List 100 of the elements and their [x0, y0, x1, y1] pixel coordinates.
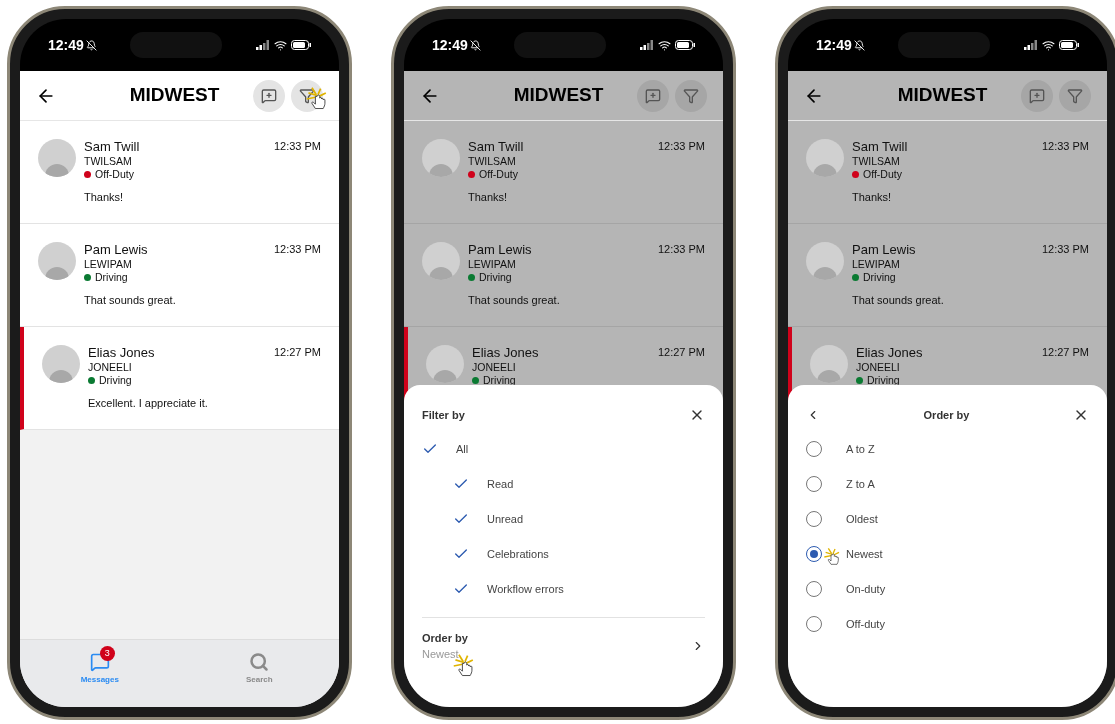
message-time: 12:27 PM — [1041, 345, 1089, 360]
message-row[interactable]: Elias Jones 12:27 PM JONEELI Driving Excellent. I appreciate it. — [20, 327, 339, 430]
order-option[interactable]: Newest — [806, 536, 1089, 572]
message-time: 12:27 PM — [273, 345, 321, 360]
user-id: JONEELI — [472, 361, 516, 374]
message-time: 12:27 PM — [657, 345, 705, 360]
status-label: Driving — [99, 374, 132, 387]
contact-name: Elias Jones — [856, 345, 923, 361]
message-preview: That sounds great. — [468, 293, 560, 308]
avatar-placeholder — [422, 242, 460, 280]
chat-bubble-icon — [89, 652, 110, 672]
avatar-placeholder — [422, 139, 460, 177]
contact-name: Elias Jones — [472, 345, 539, 361]
contact-name: Sam Twill — [852, 139, 908, 155]
status-label: Driving — [95, 271, 128, 284]
funnel-icon — [1067, 87, 1083, 104]
message-time: 12:33 PM — [1041, 242, 1089, 257]
user-id: JONEELI — [88, 361, 132, 374]
message-time: 12:33 PM — [1041, 139, 1089, 154]
message-time: 12:33 PM — [273, 139, 321, 154]
unread-badge: 3 — [99, 646, 115, 661]
wifi-icon — [658, 38, 671, 52]
contact-name: Elias Jones — [88, 345, 155, 361]
avatar-placeholder — [806, 242, 844, 280]
wifi-icon — [274, 38, 287, 52]
search-icon — [249, 652, 270, 672]
avatar-placeholder — [426, 345, 464, 383]
status-label: Driving — [479, 271, 512, 284]
message-plus-icon — [261, 87, 277, 104]
status-label: Off-Duty — [479, 168, 518, 181]
filter-button[interactable] — [675, 79, 707, 112]
order-by-row[interactable]: Order by Newest — [422, 616, 705, 663]
messages-tab[interactable]: 3 Messages — [20, 640, 180, 707]
new-message-button[interactable] — [253, 79, 285, 112]
page-title: MIDWEST — [896, 83, 989, 108]
filter-option[interactable]: Unread — [422, 501, 705, 537]
sheet-title: Filter by — [422, 408, 465, 423]
new-message-button[interactable] — [1021, 79, 1053, 112]
wifi-icon — [1042, 38, 1055, 52]
message-row[interactable]: Sam Twill 12:33 PM TWILSAM Off-Duty Thanks! — [788, 121, 1107, 224]
contact-name: Pam Lewis — [852, 242, 916, 258]
user-id: JONEELI — [856, 361, 900, 374]
signal-icon — [640, 40, 654, 50]
page-title: MIDWEST — [128, 83, 221, 108]
bell-off-icon — [469, 39, 481, 51]
avatar-placeholder — [38, 139, 76, 177]
filter-option[interactable]: Read — [422, 466, 705, 502]
status-label: Driving — [867, 374, 900, 387]
order-option[interactable]: Z to A — [806, 466, 1089, 502]
message-preview: That sounds great. — [852, 293, 944, 308]
message-row[interactable]: Pam Lewis 12:33 PM LEWIPAM Driving That sounds great. — [788, 224, 1107, 327]
avatar-placeholder — [806, 139, 844, 177]
bell-off-icon — [853, 39, 865, 51]
message-time: 12:33 PM — [657, 242, 705, 257]
order-option[interactable]: Off-duty — [806, 606, 1089, 642]
message-preview: Thanks! — [468, 190, 508, 205]
message-preview: Thanks! — [84, 190, 124, 205]
user-id: TWILSAM — [84, 155, 132, 168]
status-label: Driving — [483, 374, 516, 387]
contact-name: Pam Lewis — [84, 242, 148, 258]
funnel-icon — [683, 87, 699, 104]
order-option[interactable]: Oldest — [806, 501, 1089, 537]
user-id: LEWIPAM — [852, 258, 900, 271]
message-plus-icon — [1029, 87, 1045, 104]
bell-off-icon — [85, 39, 97, 51]
message-time: 12:33 PM — [273, 242, 321, 257]
page-title: MIDWEST — [512, 83, 605, 108]
battery-icon — [291, 40, 311, 50]
battery-icon — [675, 40, 695, 50]
message-row[interactable]: Pam Lewis 12:33 PM LEWIPAM Driving That sounds great. — [404, 224, 723, 327]
order-option[interactable]: A to Z — [806, 431, 1089, 467]
message-preview: Thanks! — [852, 190, 892, 205]
new-message-button[interactable] — [637, 79, 669, 112]
filter-button[interactable] — [1059, 79, 1091, 112]
user-id: TWILSAM — [468, 155, 516, 168]
contact-name: Sam Twill — [84, 139, 140, 155]
battery-icon — [1059, 40, 1079, 50]
message-row[interactable]: Sam Twill 12:33 PM TWILSAM Off-Duty Thanks! — [404, 121, 723, 224]
avatar-placeholder — [42, 345, 80, 383]
status-time: 12:49 — [48, 35, 84, 55]
user-id: LEWIPAM — [84, 258, 132, 271]
avatar-placeholder — [810, 345, 848, 383]
filter-option[interactable]: Celebrations — [422, 536, 705, 572]
filter-option[interactable]: All — [422, 431, 705, 467]
status-time: 12:49 — [816, 35, 852, 55]
avatar-placeholder — [38, 242, 76, 280]
order-option[interactable]: On-duty — [806, 571, 1089, 607]
status-label: Driving — [863, 271, 896, 284]
message-plus-icon — [645, 87, 661, 104]
message-row[interactable]: Pam Lewis 12:33 PM LEWIPAM Driving That sounds great. — [20, 224, 339, 327]
contact-name: Pam Lewis — [468, 242, 532, 258]
sheet-title: Order by — [923, 408, 970, 423]
contact-name: Sam Twill — [468, 139, 524, 155]
funnel-icon — [299, 87, 315, 104]
message-row[interactable]: Sam Twill 12:33 PM TWILSAM Off-Duty Thanks! — [20, 121, 339, 224]
user-id: LEWIPAM — [468, 258, 516, 271]
signal-icon — [256, 40, 270, 50]
filter-option[interactable]: Workflow errors — [422, 571, 705, 607]
message-preview: Excellent. I appreciate it. — [88, 396, 208, 411]
status-label: Off-Duty — [863, 168, 902, 181]
